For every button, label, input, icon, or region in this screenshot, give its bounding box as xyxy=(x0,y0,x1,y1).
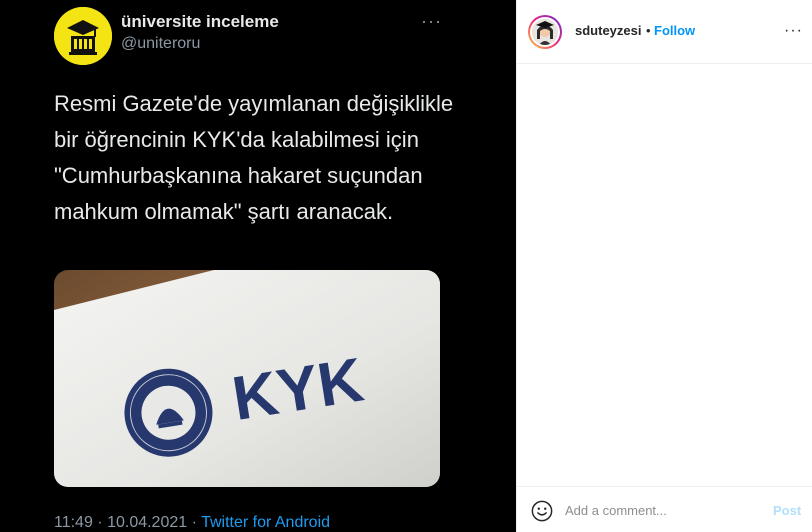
tweet-meta: 11:49 · 10.04.2021 · Twitter for Android xyxy=(54,514,330,532)
follow-button[interactable]: Follow xyxy=(654,23,695,38)
comment-input[interactable] xyxy=(565,499,765,521)
more-horizontal-icon[interactable]: ··· xyxy=(784,22,803,40)
smiley-icon[interactable] xyxy=(531,500,553,522)
post-header: sduteyzesi • Follow ··· xyxy=(517,0,812,64)
post-media: üniversite inceleme @uniteroru ··· Resmi… xyxy=(0,0,516,532)
avatar[interactable] xyxy=(528,15,562,49)
tweet-handle: @uniteroru xyxy=(121,35,201,52)
tweet-time: 11:49 · 10.04.2021 · xyxy=(54,514,202,531)
separator-dot: • xyxy=(646,23,651,38)
post-button[interactable]: Post xyxy=(773,503,801,518)
more-horizontal-icon: ··· xyxy=(421,11,442,31)
tweet-avatar xyxy=(54,7,112,65)
comments-area xyxy=(517,65,812,485)
tweet-text: Resmi Gazete'de yayımlanan değişiklikle … xyxy=(54,91,454,224)
tweet-image: KYK xyxy=(54,270,440,487)
post-username[interactable]: sduteyzesi xyxy=(575,23,641,38)
tweet-source: Twitter for Android xyxy=(201,514,331,531)
comment-composer: Post xyxy=(517,486,812,532)
post-side-panel: sduteyzesi • Follow ··· Post xyxy=(516,0,812,532)
tweet-display-name: üniversite inceleme xyxy=(121,12,279,31)
